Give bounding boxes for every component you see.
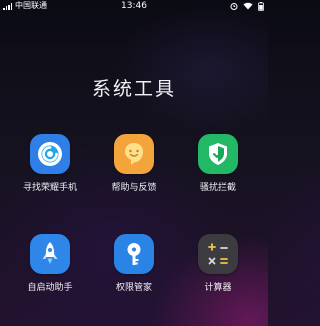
key-icon: [114, 234, 154, 274]
wifi-icon: [243, 2, 253, 10]
app-block[interactable]: 骚扰拦截: [176, 134, 260, 193]
status-bar: 中国联通 13:46: [0, 0, 268, 12]
app-permission[interactable]: 权限管家: [92, 234, 176, 293]
help-feedback-icon: [114, 134, 154, 174]
status-right: [230, 0, 264, 12]
app-label: 权限管家: [115, 283, 152, 293]
app-label: 自启动助手: [27, 283, 73, 293]
alarm-icon: [230, 3, 238, 10]
app-find-phone[interactable]: 寻找荣耀手机: [8, 134, 92, 193]
app-help-feedback[interactable]: 帮助与反馈: [92, 134, 176, 193]
app-label: 骚扰拦截: [199, 183, 236, 193]
find-phone-icon: [30, 134, 70, 174]
app-label: 寻找荣耀手机: [22, 183, 77, 193]
folder-title: 系统工具: [91, 78, 176, 100]
app-autostart[interactable]: 自启动助手: [8, 234, 92, 293]
app-label: 帮助与反馈: [111, 183, 157, 193]
battery-icon: [258, 1, 264, 11]
block-shield-icon: [198, 134, 238, 174]
rocket-icon: [30, 234, 70, 274]
app-label: 计算器: [204, 283, 232, 293]
status-time: 13:46: [121, 1, 147, 11]
calculator-icon: [198, 234, 238, 274]
app-calculator[interactable]: 计算器: [176, 234, 260, 293]
